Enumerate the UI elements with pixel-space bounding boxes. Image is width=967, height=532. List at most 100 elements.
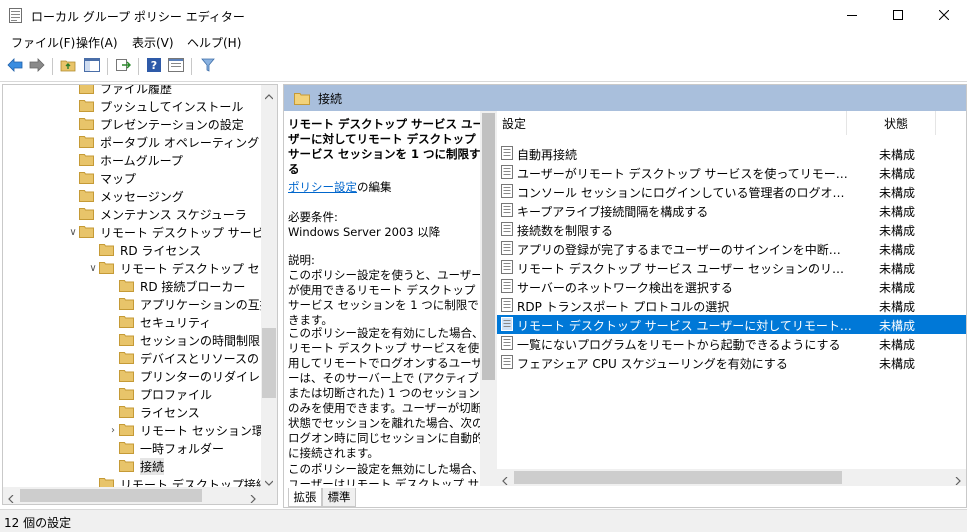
setting-state: 未構成 bbox=[879, 262, 916, 276]
tree-item[interactable]: 一時フォルダー bbox=[107, 439, 224, 457]
filter-button[interactable] bbox=[199, 57, 217, 75]
setting-name: キープアライブ接続間隔を構成する bbox=[517, 205, 709, 219]
tab-extended[interactable]: 拡張 bbox=[288, 488, 322, 507]
properties-icon bbox=[168, 57, 184, 75]
tree-vertical-scroll-thumb[interactable] bbox=[262, 328, 276, 398]
list-item[interactable]: キープアライブ接続間隔を構成する 未構成 bbox=[497, 201, 966, 220]
tree-horizontal-scroll-thumb[interactable] bbox=[20, 489, 202, 502]
back-button[interactable] bbox=[6, 57, 24, 75]
list-item[interactable]: RDP トランスポート プロトコルの選択 未構成 bbox=[497, 296, 966, 315]
list-item[interactable]: リモート デスクトップ サービス ユーザーに対してリモート デスクトップ サー.… bbox=[497, 315, 966, 334]
chevron-right-icon[interactable]: › bbox=[107, 421, 119, 439]
tree-item[interactable]: セキュリティ bbox=[107, 313, 211, 331]
tree-item[interactable]: 接続 bbox=[107, 457, 165, 475]
folder-icon bbox=[119, 370, 134, 382]
description-scroll-thumb[interactable] bbox=[482, 113, 495, 380]
setting-state: 未構成 bbox=[879, 224, 916, 238]
close-button[interactable] bbox=[921, 0, 967, 31]
list-item[interactable]: 接続数を制限する 未構成 bbox=[497, 220, 966, 239]
folder-icon bbox=[79, 136, 94, 148]
tree-item[interactable]: ∨ リモート デスクトップ サービス bbox=[67, 223, 276, 241]
explanation-paragraph-1: このポリシー設定を使うと、ユーザーが使用できるリモート デスクトップ サービス … bbox=[288, 268, 480, 327]
menu-help[interactable]: ヘルプ(H) bbox=[187, 34, 241, 51]
export-list-button[interactable] bbox=[114, 57, 132, 75]
tree-item[interactable]: プレゼンテーションの設定 bbox=[67, 115, 244, 133]
tree-vertical-scrollbar[interactable] bbox=[261, 85, 277, 487]
tree-item[interactable]: デバイスとリソースのリダイレクト bbox=[107, 349, 277, 367]
policy-setting-icon bbox=[501, 298, 513, 312]
up-one-level-button[interactable] bbox=[59, 57, 77, 75]
list-item[interactable]: リモート デスクトップ サービス ユーザー セッションのリモート制御のルール..… bbox=[497, 258, 966, 277]
policy-setting-icon bbox=[501, 279, 513, 293]
tree-item-label: プロファイル bbox=[140, 387, 213, 402]
tree-item[interactable]: ライセンス bbox=[107, 403, 200, 421]
menu-view[interactable]: 表示(V) bbox=[132, 34, 174, 51]
toolbar-separator bbox=[107, 58, 108, 75]
tab-standard[interactable]: 標準 bbox=[322, 488, 356, 507]
forward-button[interactable] bbox=[28, 57, 46, 75]
tree-item-label: アプリケーションの互換性 bbox=[140, 297, 278, 312]
scrollbar-corner bbox=[261, 487, 277, 504]
folder-icon bbox=[119, 298, 134, 310]
list-item[interactable]: 一覧にないプログラムをリモートから起動できるようにする 未構成 bbox=[497, 334, 966, 353]
tree-item[interactable]: アプリケーションの互換性 bbox=[107, 295, 278, 313]
scroll-right-arrow-icon[interactable] bbox=[250, 492, 256, 504]
menu-action[interactable]: 操作(A) bbox=[76, 34, 118, 51]
scroll-left-arrow-icon[interactable] bbox=[502, 474, 508, 488]
tree-item[interactable]: メンテナンス スケジューラ bbox=[67, 205, 247, 223]
maximize-button[interactable] bbox=[875, 0, 921, 31]
tree-item[interactable]: ∨ リモート デスクトップ セッション ホスト bbox=[87, 259, 277, 277]
tree-item[interactable]: プリンターのリダイレクト bbox=[107, 367, 277, 385]
tree-item[interactable]: メッセージング bbox=[67, 187, 184, 205]
scroll-left-arrow-icon[interactable] bbox=[8, 492, 14, 504]
tree-horizontal-scrollbar[interactable] bbox=[3, 487, 261, 504]
list-item[interactable]: 自動再接続 未構成 bbox=[497, 144, 966, 163]
policy-settings-link[interactable]: ポリシー設定 bbox=[288, 180, 357, 194]
folder-icon bbox=[119, 460, 134, 472]
description-scrollbar[interactable] bbox=[480, 111, 497, 486]
list-horizontal-scrollbar[interactable] bbox=[497, 469, 966, 486]
help-button[interactable]: ? bbox=[145, 57, 163, 75]
properties-button[interactable] bbox=[167, 57, 185, 75]
scroll-up-arrow-icon[interactable] bbox=[264, 89, 274, 103]
tree-item[interactable]: ポータブル オペレーティング システム bbox=[67, 133, 277, 151]
tree-item-label: RD ライセンス bbox=[120, 243, 202, 258]
list-item[interactable]: フェアシェア CPU スケジューリングを有効にする 未構成 bbox=[497, 353, 966, 372]
list-item[interactable]: アプリの登録が完了するまでユーザーのサインインを中断する 未構成 bbox=[497, 239, 966, 258]
tree-item[interactable]: › リモート セッション環境 bbox=[107, 421, 276, 439]
column-divider[interactable] bbox=[935, 111, 936, 135]
close-icon bbox=[938, 9, 950, 23]
tree-item[interactable]: RD 接続ブローカー bbox=[107, 277, 245, 295]
show-hide-tree-icon bbox=[84, 57, 100, 75]
policy-tree[interactable]: ファイル履歴 プッシュしてインストール プレゼンテーションの設定 ポータブル オペレー… bbox=[2, 84, 278, 505]
setting-state: 未構成 bbox=[879, 281, 916, 295]
tree-item-label: リモート デスクトップ サービス bbox=[100, 225, 276, 240]
chevron-down-icon[interactable]: ∨ bbox=[67, 223, 79, 241]
tree-item[interactable]: ファイル履歴 bbox=[67, 85, 172, 97]
setting-name: フェアシェア CPU スケジューリングを有効にする bbox=[517, 357, 788, 371]
column-header-setting[interactable]: 設定 bbox=[502, 115, 526, 132]
tree-item[interactable]: プッシュしてインストール bbox=[67, 97, 243, 115]
list-horizontal-scroll-thumb[interactable] bbox=[514, 471, 842, 484]
setting-name: RDP トランスポート プロトコルの選択 bbox=[517, 300, 730, 314]
tree-item[interactable]: ホームグループ bbox=[67, 151, 183, 169]
scroll-right-arrow-icon[interactable] bbox=[955, 474, 961, 488]
chevron-down-icon[interactable]: ∨ bbox=[87, 259, 99, 277]
tree-item[interactable]: セッションの時間制限 bbox=[107, 331, 260, 349]
menu-file[interactable]: ファイル(F) bbox=[11, 34, 75, 51]
column-divider[interactable] bbox=[846, 111, 847, 135]
tree-item-label: リモート セッション環境 bbox=[140, 423, 276, 438]
column-header-state[interactable]: 状態 bbox=[884, 115, 908, 132]
list-item[interactable]: コンソール セッションにログインしている管理者のログオフを拒否する 未構成 bbox=[497, 182, 966, 201]
show-hide-tree-button[interactable] bbox=[83, 57, 101, 75]
minimize-button[interactable] bbox=[829, 0, 875, 31]
setting-name: コンソール セッションにログインしている管理者のログオフを拒否する bbox=[517, 186, 852, 200]
setting-name: リモート デスクトップ サービス ユーザーに対してリモート デスクトップ サー.… bbox=[517, 319, 852, 333]
list-item[interactable]: サーバーのネットワーク検出を選択する 未構成 bbox=[497, 277, 966, 296]
list-item[interactable]: ユーザーがリモート デスクトップ サービスを使ってリモート接続することを... 未… bbox=[497, 163, 966, 182]
tree-item[interactable]: RD ライセンス bbox=[87, 241, 201, 259]
tree-item[interactable]: マップ bbox=[67, 169, 136, 187]
tree-item[interactable]: プロファイル bbox=[107, 385, 212, 403]
